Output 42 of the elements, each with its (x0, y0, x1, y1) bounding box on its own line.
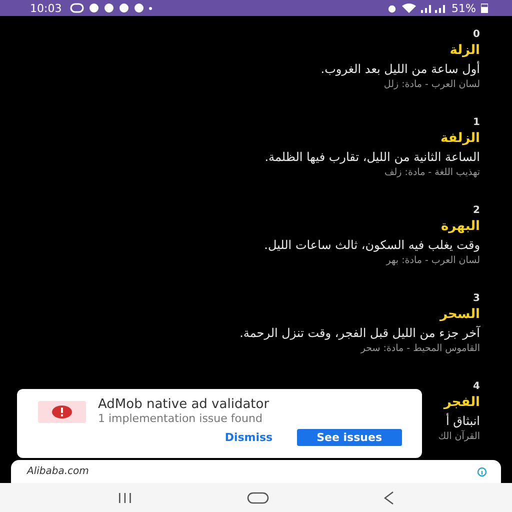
entry-word: السحر (440, 306, 480, 324)
entry-source: لسان العرب - مادة: بهر (386, 254, 480, 268)
entry-number: 0 (473, 28, 480, 42)
see-issues-button[interactable]: See issues (296, 429, 402, 446)
notification-icon (134, 3, 144, 13)
entry-definition: انبثاق أ (446, 412, 480, 430)
entry-source: لسان العرب - مادة: زلل (384, 78, 480, 92)
entry-source: القاموس المحيط - مادة: سحر (360, 342, 480, 356)
battery-icon (481, 3, 488, 13)
message-icon (70, 3, 84, 13)
entry-word: الزلفة (440, 130, 480, 148)
dismiss-button[interactable]: Dismiss (220, 429, 277, 446)
entry-number: 3 (473, 292, 480, 306)
wifi-icon (402, 3, 416, 13)
notification-icon (88, 3, 99, 13)
entry-word: الزلة (450, 42, 480, 60)
back-icon[interactable] (384, 490, 394, 504)
battery-percent: 51% (452, 2, 476, 14)
entry-definition: آخر جزء من الليل قبل الفجر، وقت تنزل الرحمة. (240, 324, 480, 342)
popup-title: AdMob native ad validator (98, 397, 270, 412)
entry-definition: أول ساعة من الليل بعد الغروب. (320, 60, 480, 78)
more-notifications-icon (148, 6, 152, 10)
entry-word: الفجر (444, 394, 480, 412)
recents-icon[interactable] (118, 492, 132, 502)
info-icon[interactable] (477, 466, 487, 476)
entry-number: 4 (473, 380, 480, 394)
entry-source: القرآن الك (438, 430, 480, 444)
status-time: 10:03 (30, 2, 62, 14)
ad-banner[interactable]: Alibaba.com (11, 460, 501, 483)
entry-source: تهذيب اللغة - مادة: زلف (384, 166, 480, 180)
entry-definition: الساعة الثانية من الليل، تقارب فيها الظلمة. (264, 149, 480, 166)
notification-icon (104, 3, 114, 13)
notification-icon (118, 3, 129, 13)
entry-definition: وقت يغلب فيه السكون، ثالث ساعات الليل. (264, 237, 480, 254)
entry-word: البهرة (441, 218, 480, 236)
signal-icon (420, 4, 447, 12)
entry-number: 2 (473, 204, 480, 218)
home-icon[interactable] (246, 492, 269, 504)
ad-text: Alibaba.com (27, 466, 89, 477)
popup-message: 1 implementation issue found (98, 412, 264, 426)
entry-number: 1 (473, 116, 480, 130)
alert-icon (38, 400, 86, 422)
